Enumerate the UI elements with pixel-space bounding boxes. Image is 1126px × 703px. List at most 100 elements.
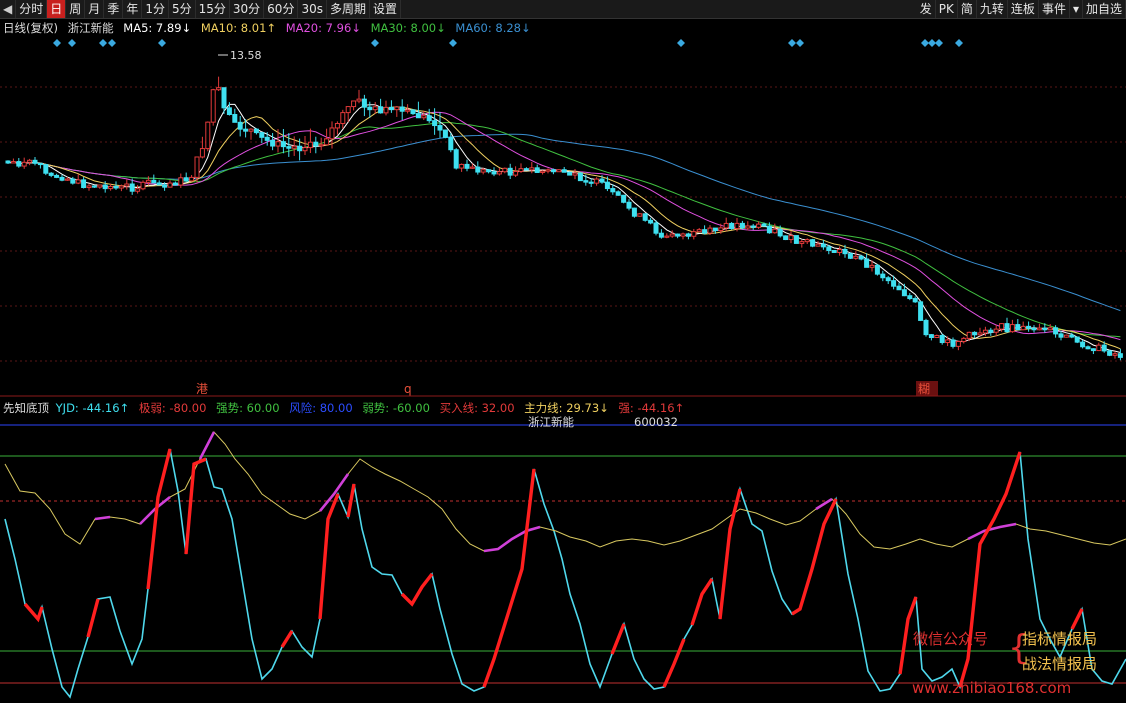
watermark-line3: 战法情报局: [1022, 655, 1098, 673]
candle-body: [156, 182, 162, 186]
candle-body: [837, 248, 843, 253]
period-tab-8[interactable]: 15分: [196, 0, 230, 18]
period-tab-4[interactable]: 季: [104, 0, 124, 18]
candle-body: [27, 159, 33, 163]
yjd-rising-segment: [318, 493, 340, 620]
candle-body: [637, 213, 643, 217]
candle-body: [167, 182, 173, 188]
watermark-url: www.zhibiao168.com: [912, 679, 1072, 697]
candle-body: [97, 184, 103, 188]
period-tab-9[interactable]: 30分: [230, 0, 265, 18]
candle-body: [961, 337, 967, 342]
candle-body: [869, 264, 875, 268]
toolbar-right-6[interactable]: 加自选: [1083, 0, 1126, 18]
candle-body: [545, 169, 551, 172]
candle-body: [955, 340, 961, 347]
candle-body: [880, 273, 886, 279]
candle-body: [648, 219, 654, 224]
yjd-rising-segment: [1070, 608, 1084, 630]
candle-body: [199, 148, 205, 158]
candle-body: [1031, 327, 1037, 331]
candle-body: [966, 331, 972, 339]
main-force-highlight: [967, 522, 1017, 541]
candle-body: [891, 280, 897, 287]
indicator-stock-code: 600032: [634, 415, 678, 429]
back-arrow-icon[interactable]: ◀: [0, 0, 17, 18]
yjd-rising-segment: [86, 598, 100, 638]
candle-body: [934, 335, 940, 339]
candle-body: [712, 227, 718, 232]
candle-body: [183, 177, 189, 182]
toolbar-right-0[interactable]: 发: [917, 0, 936, 18]
candle-body: [950, 339, 956, 347]
period-tab-13[interactable]: 设置: [370, 0, 402, 18]
period-tab-0[interactable]: 分时: [16, 0, 48, 18]
candle-body: [1020, 325, 1026, 331]
period-tab-6[interactable]: 1分: [142, 0, 169, 18]
candle-body: [226, 107, 232, 116]
event-marker-2[interactable]: 糊: [918, 381, 930, 396]
candle-body: [145, 179, 151, 183]
candle-body: [5, 160, 11, 164]
period-tab-7[interactable]: 5分: [169, 0, 196, 18]
toolbar-right-2[interactable]: 简: [958, 0, 977, 18]
candle-body: [858, 255, 864, 260]
period-tab-5[interactable]: 年: [123, 0, 143, 18]
candle-body: [302, 147, 308, 152]
period-tab-1[interactable]: 日: [47, 0, 67, 18]
toolbar-right-1[interactable]: PK: [936, 0, 958, 18]
candle-body: [529, 167, 535, 171]
yjd-rising-segment: [400, 572, 434, 607]
period-tabs: 分时日周月季年 1分 5分 15分 30分 60分 30s 多周期 设置: [16, 0, 402, 18]
candle-body: [367, 106, 373, 111]
period-tab-2[interactable]: 周: [66, 0, 86, 18]
period-tab-10[interactable]: 60分: [264, 0, 299, 18]
candle-body: [972, 331, 978, 336]
candle-body: [372, 106, 378, 111]
signal-diamond-icon: [108, 39, 116, 47]
candle-body: [777, 228, 783, 237]
candle-body: [475, 166, 481, 173]
candle-body: [912, 298, 918, 303]
toolbar-right-4[interactable]: 连板: [1008, 0, 1039, 18]
period-tab-11[interactable]: 30s: [298, 0, 327, 18]
candle-body: [1009, 324, 1015, 333]
signal-diamond-icon: [788, 39, 796, 47]
event-markers: 港q糊: [196, 381, 938, 396]
signal-diamond-icon: [935, 39, 943, 47]
signal-diamond-icon: [158, 39, 166, 47]
yjd-rising-segment: [23, 602, 44, 623]
candle-body: [739, 222, 745, 229]
candle-body: [567, 171, 573, 176]
chart-area[interactable]: 13.58 港 q 糊 浙江新能 600032: [0, 19, 1126, 703]
period-tab-12[interactable]: 多周期: [327, 0, 370, 18]
candle-body: [248, 128, 254, 132]
candle-body: [286, 146, 292, 149]
candle-body: [356, 98, 362, 102]
candle-body: [415, 113, 421, 119]
event-marker-0[interactable]: 港: [196, 382, 208, 396]
candle-body: [502, 167, 508, 173]
candle-body: [405, 109, 411, 112]
toolbar-right-5[interactable]: 事件: [1039, 0, 1070, 18]
candle-body: [820, 243, 826, 248]
signal-diamond-icon: [796, 39, 804, 47]
event-marker-1[interactable]: q: [404, 382, 412, 396]
dropdown-arrow-icon[interactable]: ▾: [1070, 0, 1083, 18]
candle-body: [691, 231, 697, 237]
period-tab-3[interactable]: 月: [85, 0, 105, 18]
candle-body: [664, 235, 670, 238]
candle-body: [351, 100, 357, 108]
candle-body: [1042, 327, 1048, 331]
candle-body: [140, 181, 146, 190]
candle-body: [853, 255, 859, 259]
candle-body: [59, 176, 65, 181]
candle-body: [64, 178, 70, 181]
candle-body: [577, 172, 583, 182]
yjd-rising-segment: [146, 448, 172, 590]
candle-body: [432, 120, 438, 127]
toolbar-right-3[interactable]: 九转: [977, 0, 1008, 18]
candle-body: [1015, 324, 1021, 331]
candle-body: [54, 174, 60, 178]
ma60-line: [7, 133, 1121, 312]
